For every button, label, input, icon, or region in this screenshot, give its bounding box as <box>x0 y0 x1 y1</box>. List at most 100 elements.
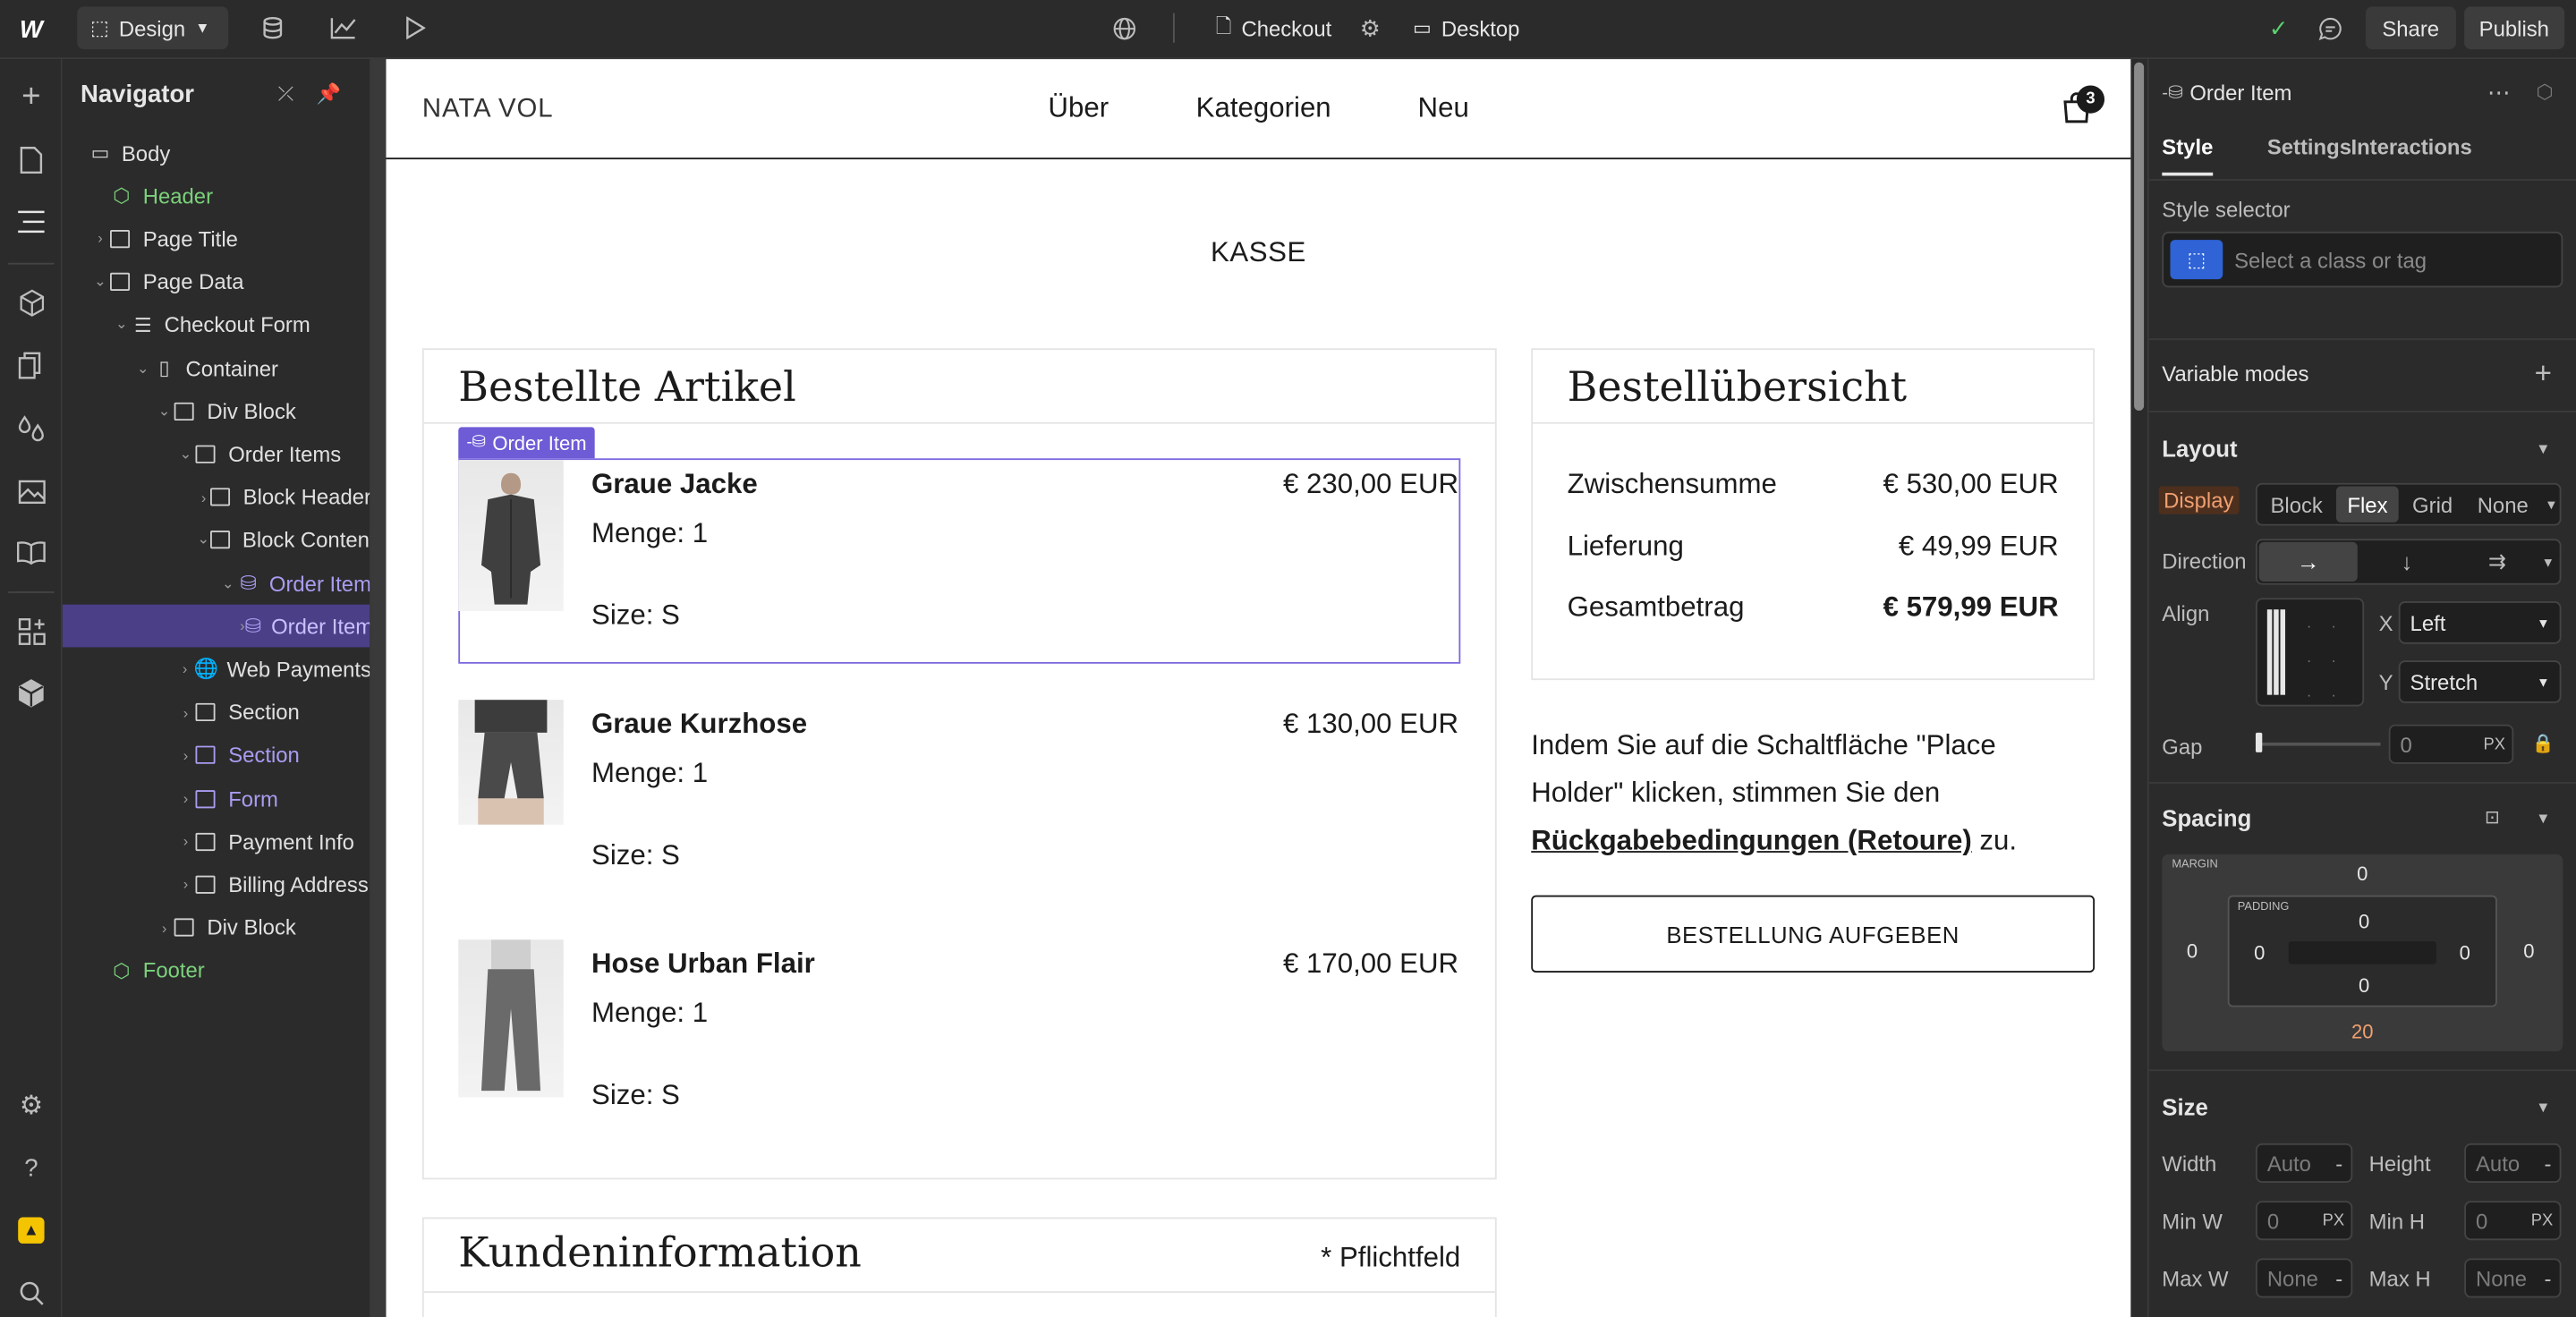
margin-top-value[interactable]: 0 <box>2162 862 2563 886</box>
height-unit[interactable]: - <box>2544 1151 2551 1176</box>
chevron-down-icon[interactable]: ⌄ <box>133 359 153 377</box>
tree-item[interactable]: › Section <box>63 734 370 777</box>
display-option-flex[interactable]: Flex <box>2335 486 2400 523</box>
tree-item[interactable]: ⌄ ⛁ Order Item <box>63 562 370 605</box>
order-item[interactable]: Graue Kurzhose € 130,00 EUR Menge: 1 Siz… <box>458 700 1460 904</box>
cms-icon[interactable] <box>256 12 289 45</box>
nav-link-kategorien[interactable]: Kategorien <box>1196 92 1331 125</box>
min-height-input[interactable]: 0 PX <box>2464 1201 2562 1241</box>
chevron-down-icon[interactable]: ⌄ <box>218 574 237 592</box>
chevron-down-icon[interactable]: ⌄ <box>155 402 174 420</box>
layout-section-title[interactable]: Layout <box>2162 436 2237 462</box>
place-order-button[interactable]: BESTELLUNG AUFGEBEN <box>1531 895 2096 973</box>
tree-item[interactable]: ⬡ Footer <box>63 949 370 992</box>
padding-bottom-value[interactable]: 0 <box>2230 974 2499 998</box>
tree-item[interactable]: ▭ Body <box>63 132 370 174</box>
tree-item[interactable]: › Billing Address <box>63 863 370 906</box>
direction-column-arrow-icon[interactable]: ↓ <box>2358 542 2456 582</box>
max-height-input[interactable]: None - <box>2464 1258 2562 1298</box>
breakpoint-selector[interactable]: ▭ Desktop <box>1413 13 1519 43</box>
tree-item[interactable]: › Block Header <box>63 476 370 519</box>
pages-icon[interactable] <box>12 140 51 179</box>
min-width-input[interactable]: 0 PX <box>2255 1201 2353 1241</box>
tab-style[interactable]: Style <box>2162 135 2214 176</box>
page-selector[interactable]: 🗋 Checkout <box>1216 13 1332 43</box>
width-unit[interactable]: - <box>2335 1151 2342 1176</box>
gap-slider-track[interactable] <box>2257 742 2381 746</box>
settings-gear-icon[interactable]: ⚙ <box>12 1086 51 1126</box>
assets-image-icon[interactable] <box>12 470 51 509</box>
globe-icon[interactable] <box>1108 12 1141 45</box>
chevron-right-icon[interactable]: › <box>175 704 195 720</box>
navigator-resize-gutter[interactable] <box>370 59 387 1317</box>
align-y-select[interactable]: Stretch ▼ <box>2398 660 2562 703</box>
chevron-down-icon[interactable]: ⌄ <box>90 273 110 291</box>
tree-item[interactable]: ⌄ ▯ Container <box>63 346 370 389</box>
style-selector-input[interactable]: ⬚ Select a class or tag <box>2162 231 2563 288</box>
chevron-down-icon[interactable]: ▼ <box>2531 1096 2555 1119</box>
tree-item[interactable]: ⌄ ☰ Checkout Form <box>63 303 370 346</box>
min-height-unit[interactable]: PX <box>2531 1211 2554 1229</box>
variables-drops-icon[interactable] <box>12 407 51 446</box>
chevron-down-icon[interactable]: ▼ <box>2541 486 2561 522</box>
size-section-title[interactable]: Size <box>2162 1094 2207 1120</box>
tree-item[interactable]: ⌄ Order Items <box>63 433 370 476</box>
chevron-down-icon[interactable]: ▼ <box>2538 555 2558 570</box>
search-icon[interactable] <box>12 1273 51 1313</box>
tree-item[interactable]: ⌄ Page Data <box>63 260 370 303</box>
tree-item[interactable]: › Section <box>63 691 370 734</box>
add-variable-mode-icon[interactable]: + <box>2529 356 2558 389</box>
wrap-icon[interactable]: ⇉ <box>2456 542 2538 582</box>
chevron-right-icon[interactable]: › <box>155 919 174 935</box>
help-icon[interactable]: ? <box>12 1148 51 1187</box>
margin-left-value[interactable]: 0 <box>2187 939 2198 963</box>
create-component-icon[interactable]: ⬡ <box>2530 79 2560 105</box>
mode-dropdown[interactable]: ⬚ Design ▼ <box>77 6 229 50</box>
gap-input[interactable]: 0 PX <box>2388 724 2514 764</box>
collapse-all-icon[interactable]: ⤫ <box>273 81 299 106</box>
chevron-down-icon[interactable]: ▼ <box>2531 437 2555 460</box>
spacing-mode-icon[interactable]: ⊡ <box>2478 803 2507 829</box>
gap-slider-handle[interactable] <box>2255 732 2263 752</box>
height-input[interactable]: Auto - <box>2464 1143 2562 1183</box>
chevron-down-icon[interactable]: ⌄ <box>175 445 195 463</box>
tree-item[interactable]: › Payment Info <box>63 820 370 863</box>
tree-item[interactable]: › Page Title <box>63 217 370 260</box>
design-canvas[interactable]: NATA VOL Über Kategorien Neu 3 KASSE Bes… <box>386 59 2131 1317</box>
canvas-scrollbar-thumb[interactable] <box>2134 62 2145 412</box>
max-width-unit[interactable]: - <box>2335 1266 2342 1291</box>
margin-bottom-value[interactable]: 20 <box>2162 1020 2563 1043</box>
align-x-select[interactable]: Left ▼ <box>2398 601 2562 644</box>
tree-item[interactable]: ⬡ Header <box>63 174 370 217</box>
cart-button[interactable]: 3 <box>2060 85 2105 125</box>
direction-row-arrow-icon[interactable]: → <box>2258 541 2358 582</box>
tab-settings[interactable]: Settings <box>2267 135 2351 160</box>
tab-interactions[interactable]: Interactions <box>2351 135 2471 160</box>
brand-logo[interactable]: NATA VOL <box>422 95 554 124</box>
margin-right-value[interactable]: 0 <box>2523 939 2534 963</box>
libraries-cube-icon[interactable] <box>12 674 51 713</box>
webflow-logo[interactable]: W <box>13 13 49 47</box>
page-settings-gear-icon[interactable]: ⚙ <box>1356 12 1385 45</box>
tree-item[interactable]: › Div Block <box>63 906 370 949</box>
pin-icon[interactable]: 📌 <box>316 81 342 106</box>
tree-item[interactable]: ⌄ Block Content <box>63 519 370 562</box>
preview-play-icon[interactable] <box>399 12 432 45</box>
warning-icon[interactable]: ▲ <box>12 1211 51 1250</box>
spacing-section-title[interactable]: Spacing <box>2162 805 2251 831</box>
chevron-right-icon[interactable]: › <box>175 876 195 892</box>
chevron-down-icon[interactable]: ⌄ <box>112 316 132 334</box>
align-grid-control[interactable]: ·· ·· ·· <box>2255 598 2365 707</box>
chevron-right-icon[interactable]: › <box>175 790 195 806</box>
order-item[interactable]: Hose Urban Flair € 170,00 EUR Menge: 1 S… <box>458 939 1460 1143</box>
display-option-grid[interactable]: Grid <box>2401 486 2464 522</box>
share-button[interactable]: Share <box>2365 6 2456 50</box>
styles-icon[interactable] <box>12 345 51 385</box>
chevron-right-icon[interactable]: › <box>90 231 110 247</box>
width-input[interactable]: Auto - <box>2255 1143 2353 1183</box>
gap-unit[interactable]: PX <box>2484 735 2506 753</box>
order-item[interactable]: Graue Jacke € 230,00 EUR Menge: 1 Size: … <box>458 460 1460 664</box>
padding-left-value[interactable]: 0 <box>2254 941 2265 964</box>
nav-link-neu[interactable]: Neu <box>1418 92 1469 125</box>
display-option-none[interactable]: None <box>2466 486 2540 522</box>
